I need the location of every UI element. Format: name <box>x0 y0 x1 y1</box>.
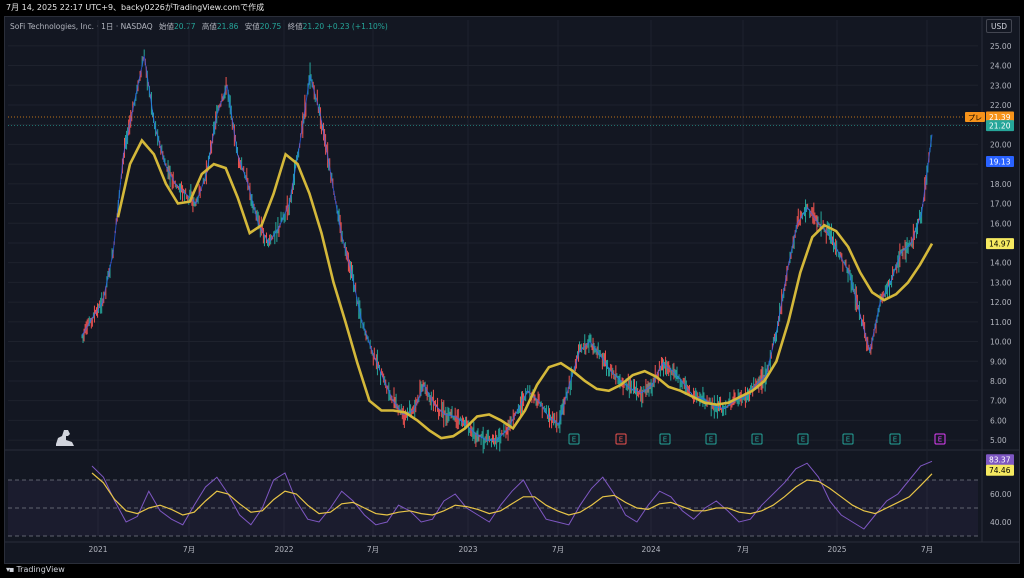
x-tick-label: 7月 <box>921 545 933 554</box>
y-tick-label: 7.00 <box>990 397 1007 406</box>
y-tick-label: 9.00 <box>990 357 1007 366</box>
y-tick-label: 25.00 <box>990 42 1012 51</box>
earnings-event-letter: E <box>755 436 759 444</box>
price-series-line <box>81 55 933 441</box>
earnings-event-letter: E <box>619 436 623 444</box>
earnings-event-letter: E <box>663 436 667 444</box>
tradingview-logo-icon: ▾▪ <box>6 565 15 574</box>
chart-svg: 25.0024.0023.0022.0021.0020.0019.0018.00… <box>4 17 1020 554</box>
axis-layer: 25.0024.0023.0022.0021.0020.0019.0018.00… <box>88 42 1011 554</box>
earnings-event-letter: E <box>709 436 713 444</box>
earnings-event-letter: E <box>938 436 942 444</box>
screenshot-frame: 7月 14, 2025 22:17 UTC+9、backy0226がTradin… <box>0 0 1024 578</box>
x-tick-label: 2022 <box>274 545 293 554</box>
moving-average-line <box>116 138 934 440</box>
x-tick-label: 7月 <box>552 545 564 554</box>
x-tick-label: 7月 <box>183 545 195 554</box>
y-tick-label: 6.00 <box>990 416 1007 425</box>
y-tick-label: 8.00 <box>990 377 1007 386</box>
dinosaur-shape <box>56 430 74 446</box>
x-tick-label: 2021 <box>88 545 107 554</box>
y-tick-label: 5.00 <box>990 436 1007 445</box>
rsi-label-text: 83.37 <box>989 456 1011 465</box>
y-tick-label: 18.00 <box>990 180 1012 189</box>
series-layer <box>8 49 978 530</box>
rsi-tick-label: 40.00 <box>990 518 1012 527</box>
y-tick-label: 11.00 <box>990 318 1012 327</box>
grid-layer <box>4 17 1020 543</box>
rsi-tick-label: 60.00 <box>990 490 1012 499</box>
misc-layer <box>56 430 74 446</box>
dinosaur-icon <box>56 430 74 446</box>
footer-bar <box>0 564 1024 578</box>
price-label-text: 19.13 <box>989 158 1011 167</box>
tradingview-brand[interactable]: ▾▪ TradingView <box>6 565 65 574</box>
rsi-label-text: 74.46 <box>989 466 1011 475</box>
x-tick-label: 7月 <box>737 545 749 554</box>
price-label-text: 21.20 <box>989 122 1011 131</box>
earnings-event-letter: E <box>846 436 850 444</box>
earnings-event-layer: EEEEEEEEE <box>568 433 946 445</box>
y-tick-label: 23.00 <box>990 81 1012 90</box>
x-tick-label: 2025 <box>827 545 846 554</box>
y-tick-label: 16.00 <box>990 219 1012 228</box>
y-tick-label: 17.00 <box>990 200 1012 209</box>
rsi-background <box>8 479 978 537</box>
y-tick-label: 22.00 <box>990 101 1012 110</box>
earnings-event-letter: E <box>801 436 805 444</box>
x-tick-label: 7月 <box>367 545 379 554</box>
y-tick-label: 12.00 <box>990 298 1012 307</box>
x-tick-label: 2023 <box>458 545 477 554</box>
premarket-tag-text: プレ <box>968 114 982 122</box>
y-tick-label: 14.00 <box>990 259 1012 268</box>
y-tick-label: 13.00 <box>990 278 1012 287</box>
y-tick-label: 20.00 <box>990 140 1012 149</box>
earnings-event-letter: E <box>572 436 576 444</box>
earnings-event-letter: E <box>893 436 897 444</box>
y-tick-label: 10.00 <box>990 338 1012 347</box>
y-tick-label: 24.00 <box>990 62 1012 71</box>
price-label-text: 14.97 <box>989 240 1011 249</box>
brand-text: TradingView <box>16 565 65 574</box>
x-tick-label: 2024 <box>641 545 660 554</box>
